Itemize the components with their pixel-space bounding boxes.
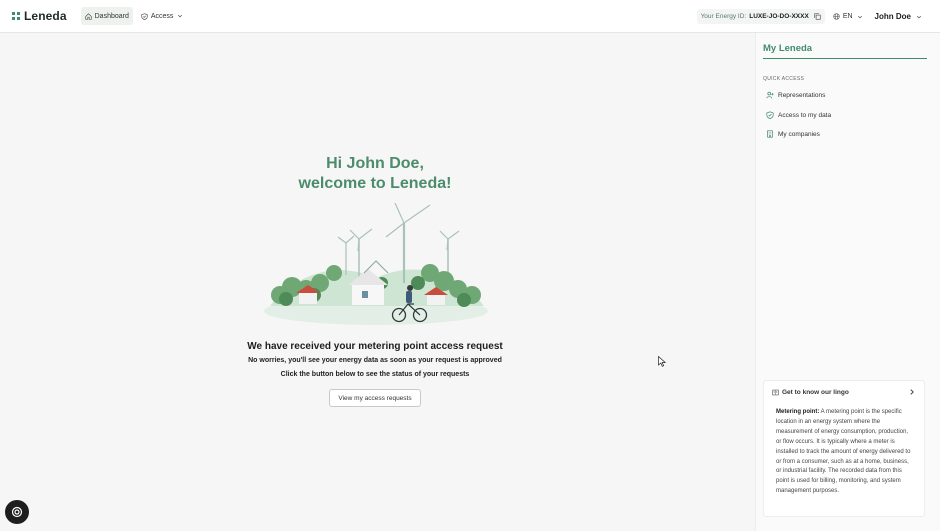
language-label: EN xyxy=(842,13,853,20)
building-icon xyxy=(767,130,773,138)
quick-access-label: QUICK ACCESS xyxy=(763,76,805,82)
language-selector[interactable]: EN xyxy=(833,13,863,20)
quick-link-my-companies[interactable]: My companies xyxy=(766,130,820,138)
welcome-greeting: Hi John Doe, welcome to Leneda! xyxy=(235,154,515,194)
lingo-card: Get to know our lingo Metering point: A … xyxy=(763,380,925,517)
greeting-line-2: welcome to Leneda! xyxy=(298,175,452,192)
brand-logo[interactable]: Leneda xyxy=(12,9,67,23)
panel-title-underline xyxy=(763,58,927,59)
quick-link-label: Representations xyxy=(778,91,826,99)
user-menu[interactable]: John Doe xyxy=(875,12,922,21)
panel-title: My Leneda xyxy=(763,43,813,54)
lingo-term: Metering point: xyxy=(776,409,820,415)
status-instruction: Click the button below to see the status… xyxy=(280,371,470,378)
greeting-line-1: Hi John Doe, xyxy=(326,155,424,172)
brand-name: Leneda xyxy=(24,9,67,23)
globe-icon xyxy=(833,13,840,20)
nav-dashboard[interactable]: Dashboard xyxy=(80,7,133,25)
chevron-down-icon xyxy=(857,15,862,18)
energy-id-value: LUXE-JO-DO-XXXX xyxy=(749,13,809,20)
lingo-header[interactable]: Get to know our lingo xyxy=(772,389,849,396)
logo-mark-icon xyxy=(12,12,20,20)
approval-note: No worries, you'll see your energy data … xyxy=(248,357,502,364)
lifebuoy-icon xyxy=(11,506,23,518)
book-icon xyxy=(772,389,779,396)
user-name: John Doe xyxy=(874,12,911,21)
lingo-title: Get to know our lingo xyxy=(782,389,849,396)
copy-icon[interactable] xyxy=(814,13,821,20)
wind-farm-illustration xyxy=(264,203,488,325)
quick-link-label: My companies xyxy=(778,130,820,138)
support-chat-button[interactable] xyxy=(5,500,29,524)
home-icon xyxy=(84,12,92,20)
nav-dashboard-label: Dashboard xyxy=(94,12,129,20)
lingo-definition-text: A metering point is the specific locatio… xyxy=(776,409,911,495)
chevron-down-icon xyxy=(178,14,183,18)
quick-link-representations[interactable]: Representations xyxy=(766,91,825,99)
shield-check-icon xyxy=(766,111,774,119)
nav-access[interactable]: Access xyxy=(137,7,188,25)
nav-access-label: Access xyxy=(150,12,174,20)
energy-id-badge: Your Energy ID: LUXE-JO-DO-XXXX xyxy=(696,9,825,24)
energy-id-label: Your Energy ID: xyxy=(700,13,747,20)
quick-link-label: Access to my data xyxy=(778,111,832,119)
mouse-cursor-icon xyxy=(658,356,666,367)
chevron-right-icon[interactable] xyxy=(908,388,916,396)
top-bar: Leneda Dashboard Access Your Energy ID: … xyxy=(0,0,940,33)
user-plus-icon xyxy=(766,91,774,99)
lingo-definition: Metering point: A metering point is the … xyxy=(776,408,912,497)
shield-check-icon xyxy=(141,12,148,20)
quick-link-access-to-my-data[interactable]: Access to my data xyxy=(766,111,831,119)
request-received-heading: We have received your metering point acc… xyxy=(247,341,503,352)
chevron-down-icon xyxy=(916,15,922,18)
view-access-requests-button[interactable]: View my access requests xyxy=(329,389,421,407)
